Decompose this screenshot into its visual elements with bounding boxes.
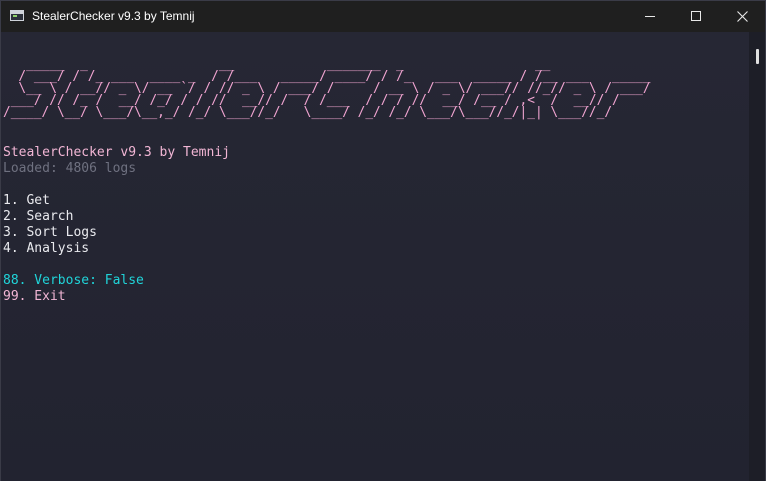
console-lines: StealerChecker v9.3 by Temnij Loaded: 48… [3, 145, 230, 305]
loaded-count: Loaded: 4806 logs [3, 161, 137, 176]
ascii-banner: _____ _ __ _______ _ __ / ___/ / /_ ___ … [3, 57, 651, 120]
menu-item-verbose: 88. Verbose: False [3, 273, 144, 288]
menu-item-exit: 99. Exit [3, 289, 66, 304]
terminal-icon [10, 10, 24, 21]
maximize-button[interactable] [673, 1, 719, 32]
menu-item-analysis: 4. Analysis [3, 241, 90, 256]
minimize-button[interactable] [627, 1, 673, 32]
console-output[interactable]: _____ _ __ _______ _ __ / ___/ / /_ ___ … [1, 32, 749, 481]
close-icon [737, 11, 748, 22]
window-title: StealerChecker v9.3 by Temnij [32, 9, 195, 23]
title-bar[interactable]: StealerChecker v9.3 by Temnij [1, 1, 765, 32]
close-button[interactable] [719, 1, 765, 32]
scrollbar-thumb[interactable] [756, 49, 759, 64]
menu-item-get: 1. Get [3, 193, 50, 208]
menu-item-sort-logs: 3. Sort Logs [3, 225, 97, 240]
menu-item-search: 2. Search [3, 209, 74, 224]
console-header: StealerChecker v9.3 by Temnij [3, 145, 230, 160]
terminal-window: StealerChecker v9.3 by Temnij _____ _ __… [0, 0, 766, 481]
vertical-scrollbar[interactable] [749, 32, 765, 481]
